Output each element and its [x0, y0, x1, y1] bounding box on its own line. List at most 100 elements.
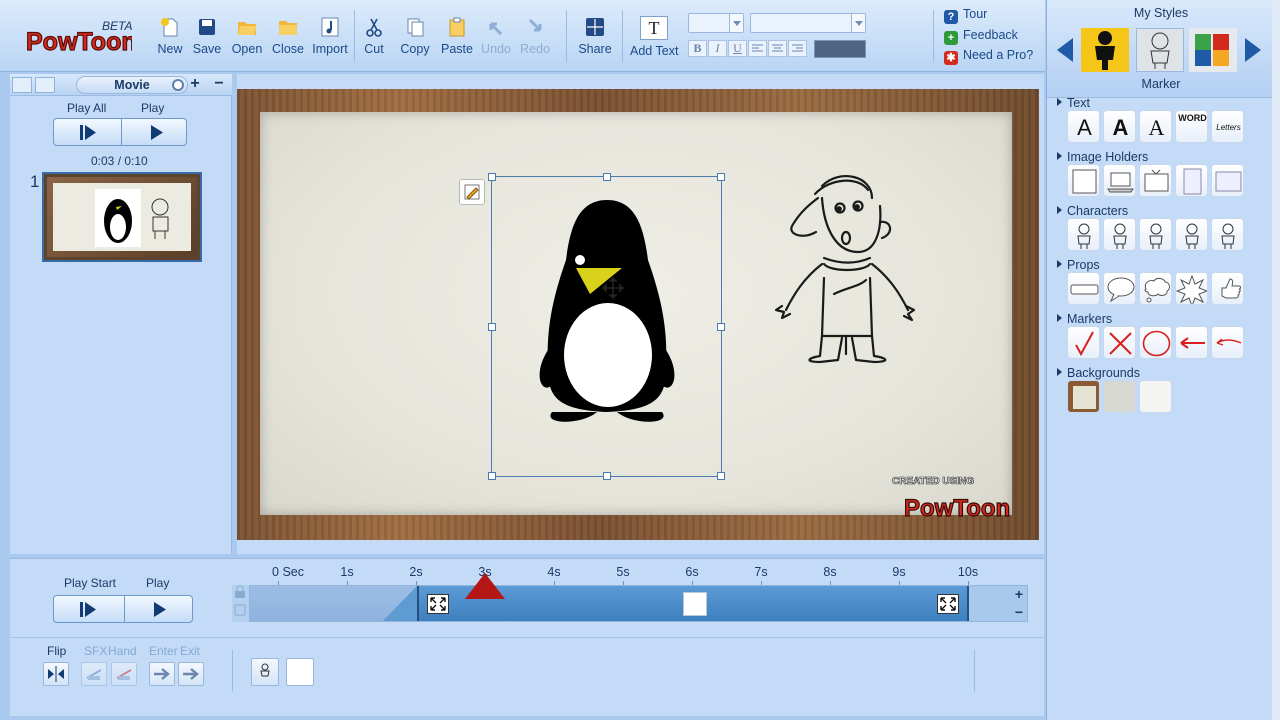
- redo-button[interactable]: Redo: [512, 16, 558, 64]
- bold-button[interactable]: B: [688, 40, 707, 57]
- movie-tab[interactable]: Movie: [76, 76, 188, 94]
- slide-thumbnail-1[interactable]: [44, 174, 200, 260]
- section-backgrounds[interactable]: Backgrounds: [1057, 366, 1140, 380]
- text-style-2[interactable]: A: [1103, 110, 1136, 143]
- selection-box[interactable]: [488, 173, 725, 480]
- add-text-button[interactable]: T Add Text: [630, 16, 678, 64]
- marker-curved-arrow[interactable]: [1211, 326, 1244, 359]
- object-end-handle[interactable]: [937, 594, 959, 614]
- play-all-button[interactable]: [54, 119, 121, 145]
- timeline-play-button[interactable]: [124, 596, 194, 622]
- edit-image-icon[interactable]: [459, 179, 485, 205]
- character-3[interactable]: [1139, 218, 1172, 251]
- copy-button[interactable]: Copy: [392, 16, 438, 64]
- align-center-button[interactable]: [768, 40, 787, 57]
- close-button[interactable]: Close: [265, 16, 311, 64]
- slides-view-icon[interactable]: [12, 77, 32, 93]
- object-start-handle[interactable]: [427, 594, 449, 614]
- timeline-track[interactable]: [232, 585, 1028, 622]
- marker-x[interactable]: [1103, 326, 1136, 359]
- style-option-silhouette[interactable]: [1081, 28, 1129, 72]
- prop-thumbs-up[interactable]: [1211, 272, 1244, 305]
- text-style-1[interactable]: A: [1067, 110, 1100, 143]
- text-style-4[interactable]: WORD: [1175, 110, 1208, 143]
- font-size-select[interactable]: [688, 13, 744, 33]
- toolbar-divider: [622, 10, 623, 62]
- marker-circle[interactable]: [1139, 326, 1172, 359]
- play-button[interactable]: [121, 119, 188, 145]
- align-left-button[interactable]: [748, 40, 767, 57]
- styles-next-arrow-icon[interactable]: [1245, 38, 1261, 62]
- image-holder-tv[interactable]: [1139, 164, 1172, 197]
- marker-character-image[interactable]: [760, 168, 930, 364]
- prop-speech-bubble[interactable]: [1103, 272, 1136, 305]
- resize-handle-b[interactable]: [603, 472, 611, 480]
- font-family-select[interactable]: [750, 13, 866, 33]
- image-holder-laptop[interactable]: [1103, 164, 1136, 197]
- enter-effect-button[interactable]: [149, 662, 175, 686]
- timeline-playhead[interactable]: [465, 573, 505, 599]
- resize-handle-t[interactable]: [603, 173, 611, 181]
- remove-slide-button[interactable]: −: [208, 74, 230, 96]
- slides-grid-icon[interactable]: [35, 77, 55, 93]
- styles-prev-arrow-icon[interactable]: [1057, 38, 1073, 62]
- marker-check[interactable]: [1067, 326, 1100, 359]
- character-style-button[interactable]: [251, 658, 279, 686]
- exit-effect-button[interactable]: [178, 662, 204, 686]
- section-props[interactable]: Props: [1057, 258, 1100, 272]
- prop-thought-bubble[interactable]: [1139, 272, 1172, 305]
- library-scrollbar[interactable]: [1272, 0, 1280, 720]
- play-start-button[interactable]: [54, 596, 124, 622]
- style-option-colored[interactable]: [1189, 28, 1237, 72]
- movie-settings-icon[interactable]: [172, 79, 184, 91]
- import-button[interactable]: Import: [307, 16, 353, 64]
- feedback-link[interactable]: + Feedback: [944, 28, 1018, 45]
- hand-button[interactable]: [111, 662, 137, 686]
- align-right-button[interactable]: [788, 40, 807, 57]
- flip-button[interactable]: [43, 662, 69, 686]
- character-5[interactable]: [1211, 218, 1244, 251]
- image-holder-wide[interactable]: [1211, 164, 1244, 197]
- text-color-swatch[interactable]: [814, 40, 866, 58]
- character-4[interactable]: [1175, 218, 1208, 251]
- section-markers[interactable]: Markers: [1057, 312, 1112, 326]
- character-1[interactable]: [1067, 218, 1100, 251]
- align-center-icon: [772, 44, 783, 52]
- background-gray[interactable]: [1103, 380, 1136, 413]
- color-box-button[interactable]: [286, 658, 314, 686]
- character-2[interactable]: [1103, 218, 1136, 251]
- resize-handle-tl[interactable]: [488, 173, 496, 181]
- resize-handle-r[interactable]: [717, 323, 725, 331]
- image-holder-portrait[interactable]: [1175, 164, 1208, 197]
- resize-handle-br[interactable]: [717, 472, 725, 480]
- italic-button[interactable]: I: [708, 40, 727, 57]
- marker-arrow[interactable]: [1175, 326, 1208, 359]
- style-option-marker[interactable]: [1136, 28, 1184, 72]
- cut-button[interactable]: Cut: [351, 16, 397, 64]
- prop-burst[interactable]: [1175, 272, 1208, 305]
- resize-handle-tr[interactable]: [717, 173, 725, 181]
- object-middle-keyframe[interactable]: [683, 592, 707, 616]
- resize-handle-bl[interactable]: [488, 472, 496, 480]
- share-button[interactable]: Share: [572, 16, 618, 64]
- background-wood-frame[interactable]: [1067, 380, 1100, 413]
- section-text[interactable]: Text: [1057, 96, 1090, 110]
- background-white[interactable]: [1139, 380, 1172, 413]
- section-image-holders[interactable]: Image Holders: [1057, 150, 1148, 164]
- lock-icon[interactable]: [232, 585, 248, 620]
- underline-button[interactable]: U: [728, 40, 747, 57]
- open-button[interactable]: Open: [224, 16, 270, 64]
- text-style-3[interactable]: A: [1139, 110, 1172, 143]
- prop-banner[interactable]: [1067, 272, 1100, 305]
- sfx-button[interactable]: [81, 662, 107, 686]
- text-style-5[interactable]: Letters: [1211, 110, 1244, 143]
- redo-arrow-icon: [528, 18, 542, 32]
- add-slide-button[interactable]: +: [184, 74, 206, 96]
- tour-link[interactable]: ? Tour: [944, 7, 987, 24]
- image-holder-blank[interactable]: [1067, 164, 1100, 197]
- timeline-zoom-out-button[interactable]: −: [1010, 603, 1028, 621]
- need-pro-link[interactable]: ✱ Need a Pro?: [944, 48, 1033, 65]
- timeline-zoom-in-button[interactable]: +: [1010, 585, 1028, 603]
- resize-handle-l[interactable]: [488, 323, 496, 331]
- section-characters[interactable]: Characters: [1057, 204, 1128, 218]
